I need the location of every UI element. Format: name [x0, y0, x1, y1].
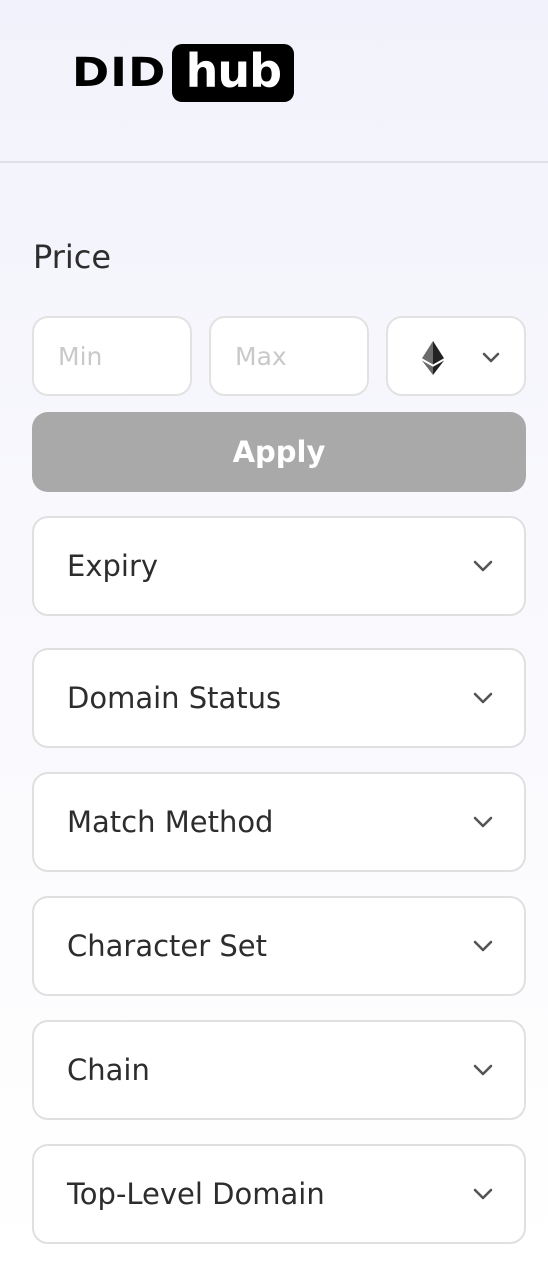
chevron-down-icon: [482, 352, 500, 363]
logo-hub-text: hub: [172, 44, 295, 102]
price-title: Price: [33, 238, 112, 276]
chevron-down-icon: [473, 1064, 493, 1076]
price-max-input[interactable]: [209, 316, 369, 396]
price-range-row: [32, 316, 526, 396]
header: DID hub: [0, 0, 548, 163]
filter-label: Chain: [67, 1053, 150, 1087]
chevron-down-icon: [473, 560, 493, 572]
price-min-input[interactable]: [32, 316, 192, 396]
filter-label: Match Method: [67, 805, 274, 839]
currency-select[interactable]: [386, 316, 526, 396]
filter-domain-status[interactable]: Domain Status: [32, 648, 526, 748]
filter-match-method[interactable]: Match Method: [32, 772, 526, 872]
chevron-down-icon: [473, 816, 493, 828]
logo-did-text: DID: [72, 50, 167, 96]
filter-label: Domain Status: [67, 681, 282, 715]
apply-button[interactable]: Apply: [32, 412, 526, 492]
chevron-down-icon: [473, 692, 493, 704]
ethereum-icon: [422, 341, 444, 375]
filter-label: Expiry: [67, 549, 159, 583]
filter-top-level-domain[interactable]: Top-Level Domain: [32, 1144, 526, 1244]
didhub-logo[interactable]: DID hub: [72, 44, 295, 102]
chevron-down-icon: [473, 1188, 493, 1200]
filter-label: Character Set: [67, 929, 268, 963]
filter-label: Top-Level Domain: [67, 1177, 325, 1211]
chevron-down-icon: [473, 940, 493, 952]
filter-expiry[interactable]: Expiry: [32, 516, 526, 616]
filter-chain[interactable]: Chain: [32, 1020, 526, 1120]
filter-character-set[interactable]: Character Set: [32, 896, 526, 996]
